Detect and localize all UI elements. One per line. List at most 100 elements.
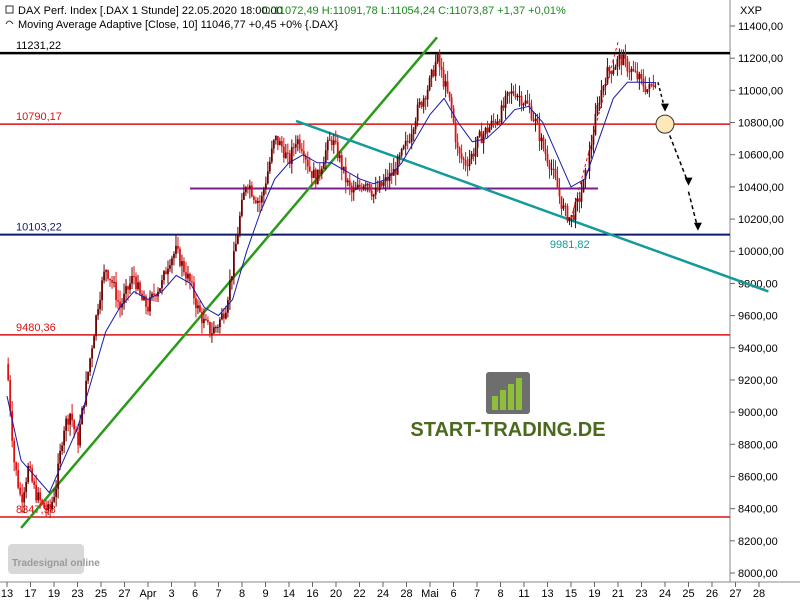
y-tick-label: 11200,00 — [738, 53, 783, 65]
candle-body — [87, 371, 89, 381]
x-tick-label: 8 — [239, 588, 245, 600]
candle-body — [472, 153, 475, 157]
candle-body — [232, 251, 235, 277]
candle-body — [548, 162, 551, 169]
candle-body — [310, 171, 313, 178]
candle-body — [402, 146, 405, 149]
candle-body — [556, 177, 559, 189]
x-tick-label: 3 — [168, 588, 174, 600]
candle-body — [424, 98, 427, 100]
candle-body — [524, 100, 527, 105]
candle-body — [440, 66, 443, 71]
candle-body — [242, 192, 245, 200]
x-tick-label: 6 — [450, 588, 456, 600]
candle-body — [219, 319, 221, 328]
candle-body — [89, 358, 91, 372]
candle-body — [344, 166, 347, 183]
candle-body — [474, 147, 477, 157]
candle-body — [484, 127, 487, 135]
candle-body — [610, 71, 613, 75]
candle-body — [520, 95, 523, 106]
candle-body — [420, 102, 423, 107]
candle-body — [185, 272, 187, 279]
candle-body — [616, 58, 619, 67]
candle-body — [336, 142, 339, 159]
axis-code: XXP — [740, 5, 762, 17]
candle-body — [464, 159, 467, 166]
candle-body — [478, 131, 481, 137]
candle-body — [238, 215, 241, 234]
y-tick-label: 10800,00 — [738, 118, 784, 130]
y-tick-label: 11400,00 — [738, 21, 783, 33]
candle-body — [340, 155, 343, 170]
candle-body — [23, 492, 26, 503]
candle-body — [644, 86, 647, 93]
candle-body — [498, 121, 501, 123]
candle-body — [205, 318, 207, 321]
candle-body — [502, 105, 505, 108]
candle-body — [516, 95, 519, 98]
candle-body — [518, 95, 521, 97]
candle-body — [410, 134, 413, 142]
candle-body — [580, 192, 583, 202]
candle-body — [494, 121, 497, 124]
candle-body — [526, 100, 529, 104]
candle-body — [15, 462, 18, 471]
candle-body — [624, 54, 627, 59]
candle-body — [173, 253, 175, 259]
candle-body — [630, 68, 633, 72]
candle-body — [294, 144, 297, 148]
candle-body — [456, 142, 459, 148]
candle-body — [270, 148, 273, 162]
candle-body — [221, 313, 223, 320]
candle-body — [364, 184, 367, 186]
x-tick-label: 27 — [729, 588, 741, 600]
candle-body — [324, 150, 327, 163]
x-tick-label: 16 — [306, 588, 318, 600]
candle-body — [442, 70, 445, 87]
x-tick-label: 25 — [682, 588, 694, 600]
candle-body — [534, 118, 537, 121]
candle-body — [161, 280, 163, 289]
candle-body — [67, 418, 69, 425]
candle-body — [636, 71, 639, 80]
candle-body — [29, 465, 32, 469]
candle-body — [370, 190, 373, 197]
candle-body — [268, 161, 271, 172]
candle-body — [358, 184, 361, 188]
x-tick-label: 23 — [71, 588, 83, 600]
candle-body — [562, 205, 565, 209]
red_level-label: 10790,17 — [16, 111, 62, 123]
candle-body — [356, 184, 359, 189]
x-tick-label: 7 — [474, 588, 480, 600]
candle-body — [382, 181, 385, 186]
navy_level-label: 10103,22 — [16, 222, 62, 234]
candle-body — [234, 243, 237, 252]
candle-body — [582, 179, 585, 193]
candle-body — [572, 215, 575, 220]
y-tick-label: 10000,00 — [738, 246, 784, 258]
candle-body — [434, 61, 437, 77]
candle-body — [590, 144, 593, 151]
candle-body — [246, 187, 249, 189]
candle-body — [654, 85, 657, 87]
brand-watermark: START-TRADING.DE — [410, 419, 605, 441]
candle-body — [414, 120, 417, 130]
candle-body — [532, 119, 535, 121]
candle-body — [37, 492, 40, 501]
x-tick-label: 28 — [753, 588, 765, 600]
y-tick-label: 8400,00 — [738, 504, 778, 516]
candle-body — [179, 248, 181, 266]
y-axis-ticks: 8000,00 8200,00 8400,00 8600,00 8800,00 9000,… — [730, 21, 784, 580]
candle-body — [49, 504, 52, 509]
candle-body — [366, 183, 369, 185]
candle-body — [368, 183, 371, 191]
candle-body — [195, 298, 197, 309]
candle-body — [201, 311, 203, 324]
y-tick-label: 8000,00 — [738, 568, 778, 580]
candle-body — [207, 320, 209, 323]
candle-body — [308, 166, 311, 172]
candle-body — [278, 140, 281, 146]
candle-body — [131, 276, 133, 284]
candle-body — [428, 77, 431, 90]
